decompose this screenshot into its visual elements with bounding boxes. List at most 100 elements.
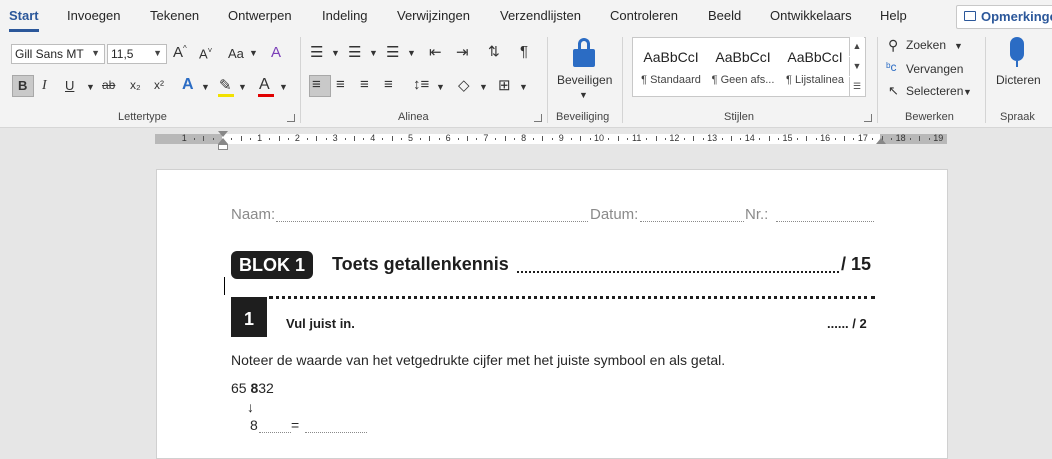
horizontal-ruler[interactable]: 1 1 2 3 4 5 6 7 8 9 10 11 12 13 14 15 16 17 18 19 (155, 133, 947, 144)
nr-field[interactable] (776, 221, 874, 222)
chevron-down-icon[interactable]: ▼ (331, 48, 340, 58)
title-dot-leader (517, 271, 839, 273)
sort-icon[interactable]: ⇅ (488, 43, 500, 60)
style-preview: AaBbCcI (715, 49, 771, 65)
style-geen-afstand[interactable]: AaBbCcI ¶ Geen afs... (707, 40, 779, 86)
search-icon[interactable]: ⚲ (888, 37, 898, 54)
ruler-tick (646, 138, 648, 140)
clear-formatting-icon[interactable]: A (271, 44, 281, 61)
dialog-launcher-icon[interactable] (287, 114, 295, 122)
styles-scroll-up-icon[interactable]: ▲ (849, 37, 864, 56)
chevron-down-icon[interactable]: ▼ (86, 82, 95, 92)
left-indent-marker[interactable] (218, 144, 228, 150)
chevron-down-icon[interactable]: ▼ (436, 82, 445, 92)
style-standaard[interactable]: AaBbCcI ¶ Standaard (635, 40, 707, 86)
blok-badge: BLOK 1 (231, 251, 313, 279)
bullets-icon[interactable]: ☰ (310, 43, 323, 61)
align-right-icon[interactable]: ≡ (360, 76, 369, 93)
replace-button[interactable]: Vervangen (906, 62, 963, 76)
font-size-combo[interactable]: 11,5 ▼ (107, 44, 167, 64)
chevron-down-icon[interactable]: ▼ (238, 82, 247, 92)
justify-icon[interactable]: ≡ (384, 76, 393, 93)
chevron-down-icon[interactable]: ▼ (369, 48, 378, 58)
strikethrough-button[interactable]: ab (102, 78, 115, 92)
grow-font-button[interactable]: A^ (173, 44, 187, 61)
chevron-down-icon[interactable]: ▼ (479, 82, 488, 92)
answer-value-field[interactable] (305, 432, 367, 433)
tab-help[interactable]: Help (880, 8, 907, 23)
increase-indent-icon[interactable]: ⇥ (456, 43, 469, 61)
select-cursor-icon[interactable]: ↖ (888, 83, 899, 99)
font-name-combo[interactable]: Gill Sans MT ▼ (11, 44, 105, 64)
chevron-down-icon[interactable]: ▼ (249, 48, 258, 58)
replace-icon[interactable]: ᵇc (886, 60, 897, 74)
change-case-button[interactable]: Aa (228, 46, 244, 61)
tab-controleren[interactable]: Controleren (610, 8, 678, 23)
multilevel-list-icon[interactable]: ☰ (386, 43, 399, 61)
styles-gallery: AaBbCcI ¶ Standaard AaBbCcI ¶ Geen afs..… (632, 37, 866, 97)
ruler-tick (476, 138, 478, 140)
ruler-tick (533, 138, 535, 140)
ruler-tick (730, 136, 732, 141)
ruler-tick (664, 138, 666, 140)
borders-icon[interactable]: ⊞ (498, 76, 511, 94)
tab-beeld[interactable]: Beeld (708, 8, 741, 23)
naam-field[interactable] (276, 221, 588, 222)
select-button[interactable]: Selecteren (906, 84, 963, 98)
chevron-down-icon[interactable]: ▼ (954, 41, 963, 51)
answer-symbol-field[interactable] (259, 432, 291, 433)
numbering-icon[interactable]: ☰ (348, 43, 361, 61)
shrink-font-button[interactable]: A˅ (199, 46, 212, 61)
show-formatting-button[interactable]: ¶ (520, 43, 528, 60)
tab-tekenen[interactable]: Tekenen (150, 8, 199, 23)
align-center-icon[interactable]: ≡ (336, 76, 345, 93)
font-color-icon[interactable]: A (259, 76, 270, 94)
tab-indeling[interactable]: Indeling (322, 8, 368, 23)
microphone-icon[interactable] (1010, 37, 1024, 61)
tab-start[interactable]: Start (9, 8, 39, 23)
down-arrow-icon: ↓ (247, 399, 254, 415)
datum-label: Datum: (590, 206, 639, 223)
line-spacing-icon[interactable]: ↕≡ (413, 76, 429, 93)
tab-verwijzingen[interactable]: Verwijzingen (397, 8, 470, 23)
comments-button[interactable]: Opmerkingen (956, 5, 1052, 29)
ruler-number: 17 (857, 133, 868, 143)
styles-scroll-down-icon[interactable]: ▼ (849, 57, 864, 76)
superscript-button[interactable]: x² (154, 78, 164, 92)
chevron-down-icon[interactable]: ▼ (279, 82, 288, 92)
subscript-button[interactable]: x₂ (130, 78, 141, 92)
protect-label[interactable]: Beveiligen (557, 73, 612, 87)
style-lijstalinea[interactable]: AaBbCcI ¶ Lijstalinea (779, 40, 851, 86)
ruler-tick (363, 138, 365, 140)
bold-button[interactable]: B (18, 78, 27, 93)
protect-button[interactable] (571, 38, 597, 68)
decrease-indent-icon[interactable]: ⇤ (429, 43, 442, 61)
underline-button[interactable]: U (65, 78, 74, 93)
ribbon-tabs: Start Invoegen Tekenen Ontwerpen Indelin… (0, 0, 1052, 33)
right-indent-marker[interactable] (876, 138, 886, 144)
chevron-down-icon[interactable]: ▼ (579, 90, 588, 100)
dictate-button[interactable]: Dicteren (996, 73, 1041, 87)
shading-icon[interactable]: ◇ (458, 76, 470, 94)
dialog-launcher-icon[interactable] (534, 114, 542, 122)
styles-more-icon[interactable]: ☰ (849, 77, 864, 96)
highlight-icon[interactable]: ✎ (219, 76, 232, 94)
first-line-indent-marker[interactable] (218, 131, 228, 137)
chevron-down-icon[interactable]: ▼ (407, 48, 416, 58)
tab-ontwerpen[interactable]: Ontwerpen (228, 8, 292, 23)
chevron-down-icon[interactable]: ▼ (963, 87, 972, 97)
tab-ontwikkelaars[interactable]: Ontwikkelaars (770, 8, 852, 23)
tab-invoegen[interactable]: Invoegen (67, 8, 121, 23)
find-button[interactable]: Zoeken (906, 38, 946, 52)
chevron-down-icon[interactable]: ▼ (201, 82, 210, 92)
chevron-down-icon[interactable]: ▼ (519, 82, 528, 92)
datum-field[interactable] (640, 221, 744, 222)
text-effects-icon[interactable]: A (182, 76, 194, 94)
ruler-number: 8 (521, 133, 527, 143)
ruler-tick (778, 138, 780, 140)
align-left-icon[interactable]: ≡ (312, 76, 321, 93)
italic-button[interactable]: I (42, 78, 47, 94)
tab-verzendlijsten[interactable]: Verzendlijsten (500, 8, 581, 23)
dialog-launcher-icon[interactable] (864, 114, 872, 122)
document-page[interactable]: Naam: Datum: Nr.: BLOK 1 Toets getallenk… (156, 169, 948, 459)
